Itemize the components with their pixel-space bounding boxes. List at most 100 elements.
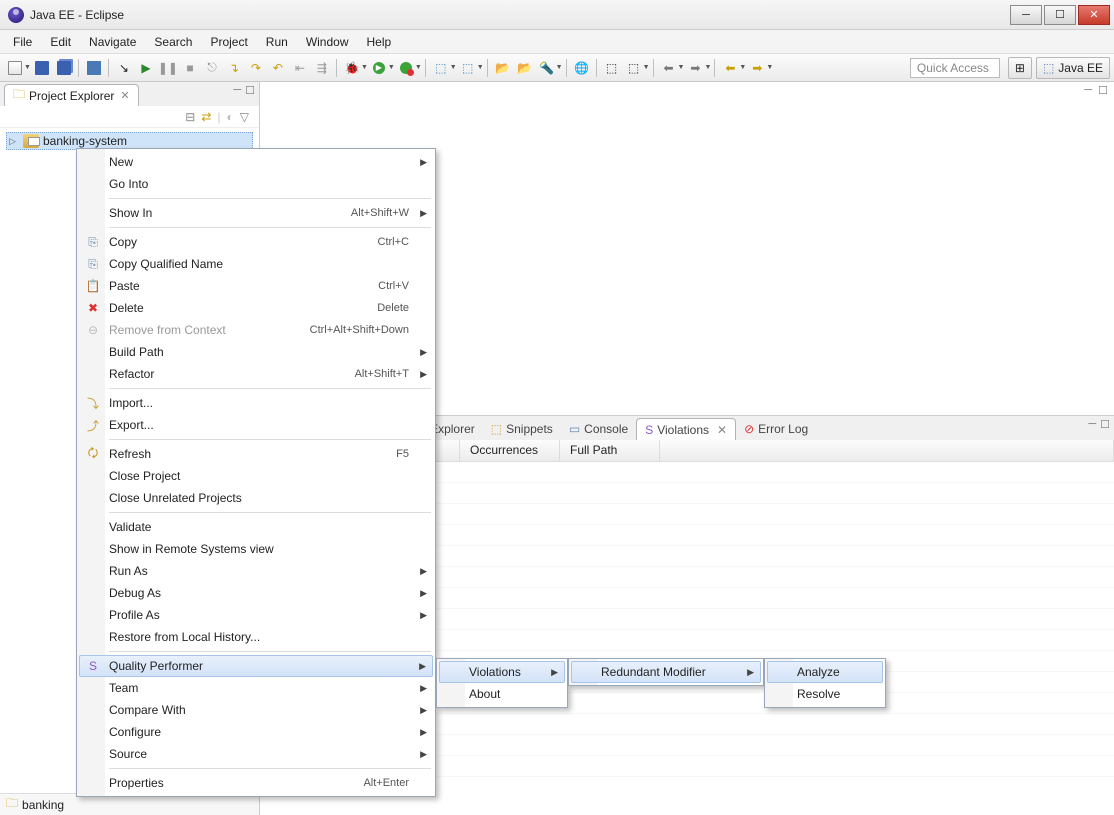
ctx-debug-as[interactable]: Debug As▶ [79, 582, 433, 604]
maximize-view-icon[interactable]: ☐ [245, 84, 255, 97]
copy-icon: ⎘ [83, 256, 103, 272]
ctx-profile-as[interactable]: Profile As▶ [79, 604, 433, 626]
ctx-copy[interactable]: ⎘CopyCtrl+C [79, 231, 433, 253]
ctx-close-project[interactable]: Close Project [79, 465, 433, 487]
menu-file[interactable]: File [4, 32, 41, 52]
run-button[interactable]: ▶ [368, 57, 390, 79]
menu-navigate[interactable]: Navigate [80, 32, 145, 52]
new-button[interactable] [4, 57, 26, 79]
step-filters-button[interactable]: ⇶ [311, 57, 333, 79]
run-last-button[interactable] [395, 57, 417, 79]
ctx-show-remote-systems[interactable]: Show in Remote Systems view [79, 538, 433, 560]
drop-frame-button[interactable]: ⇤ [289, 57, 311, 79]
ctx-go-into[interactable]: Go Into [79, 173, 433, 195]
ctx-properties[interactable]: PropertiesAlt+Enter [79, 772, 433, 794]
new-ws-button[interactable]: ⬚ [457, 57, 479, 79]
ctx-build-path[interactable]: Build Path▶ [79, 341, 433, 363]
ctx-quality-performer[interactable]: ЅQuality Performer▶ [79, 655, 433, 677]
violations-icon: Ѕ [645, 423, 653, 437]
ctx-restore-history[interactable]: Restore from Local History... [79, 626, 433, 648]
project-icon [23, 134, 39, 148]
console-icon: ▭ [569, 422, 580, 436]
quick-access-input[interactable]: Quick Access [910, 58, 1000, 78]
ctx-export[interactable]: ⤴Export... [79, 414, 433, 436]
jpa-button[interactable]: ⬚ [601, 57, 623, 79]
skip-breakpoints-button[interactable]: ↘ [113, 57, 135, 79]
open-type-button[interactable]: 📂 [492, 57, 514, 79]
close-tab-icon[interactable]: ✕ [717, 423, 727, 437]
previous-annotation-button[interactable]: ⬅ [658, 57, 680, 79]
minimize-editor-icon[interactable]: ─ [1084, 84, 1092, 97]
project-explorer-tab[interactable]: 🗀 Project Explorer ✕ [4, 84, 139, 106]
step-return-button[interactable]: ↶ [267, 57, 289, 79]
ctx-show-in[interactable]: Show InAlt+Shift+W▶ [79, 202, 433, 224]
ctx-configure[interactable]: Configure▶ [79, 721, 433, 743]
suspend-button[interactable]: ❚❚ [157, 57, 179, 79]
menu-search[interactable]: Search [145, 32, 201, 52]
ctx-redundant-modifier[interactable]: Redundant Modifier▶ [571, 661, 761, 683]
debug-button[interactable]: 🐞 [341, 57, 363, 79]
ctx-copy-qualified-name[interactable]: ⎘Copy Qualified Name [79, 253, 433, 275]
forward-button[interactable]: ➡ [746, 57, 768, 79]
menu-bar: File Edit Navigate Search Project Run Wi… [0, 30, 1114, 54]
web-browser-button[interactable]: 🌐 [571, 57, 593, 79]
step-into-button[interactable]: ↴ [223, 57, 245, 79]
ctx-source[interactable]: Source▶ [79, 743, 433, 765]
save-all-button[interactable] [53, 57, 75, 79]
resume-button[interactable]: ▶ [135, 57, 157, 79]
ctx-refresh[interactable]: 🗘RefreshF5 [79, 443, 433, 465]
next-annotation-button[interactable]: ➡ [684, 57, 706, 79]
ctx-run-as[interactable]: Run As▶ [79, 560, 433, 582]
close-tab-icon[interactable]: ✕ [120, 89, 129, 102]
menu-project[interactable]: Project [201, 32, 256, 52]
search-button[interactable]: 🔦 [536, 57, 558, 79]
tab-error-log[interactable]: ⊘Error Log [736, 418, 816, 440]
minimize-view-icon[interactable]: ─ [233, 84, 241, 97]
collapse-all-icon[interactable]: ⊟ [185, 110, 195, 124]
maximize-button[interactable]: ☐ [1044, 5, 1076, 25]
new-server-button[interactable]: ⬚ [430, 57, 452, 79]
col-fullpath[interactable]: Full Path [560, 440, 660, 461]
close-button[interactable]: ✕ [1078, 5, 1110, 25]
ctx-close-unrelated[interactable]: Close Unrelated Projects [79, 487, 433, 509]
minimize-view-icon[interactable]: ─ [1088, 418, 1096, 431]
view-menu-icon[interactable]: ▽ [240, 110, 249, 124]
ctx-delete[interactable]: ✖DeleteDelete [79, 297, 433, 319]
ctx-compare-with[interactable]: Compare With▶ [79, 699, 433, 721]
focus-task-icon[interactable]: ◐ [227, 110, 234, 124]
tab-console[interactable]: ▭Console [561, 418, 636, 440]
maximize-view-icon[interactable]: ☐ [1100, 418, 1110, 431]
ctx-about[interactable]: About [439, 683, 565, 705]
menu-run[interactable]: Run [257, 32, 297, 52]
ctx-resolve[interactable]: Resolve [767, 683, 883, 705]
perspective-javaee[interactable]: ⬚Java EE [1036, 57, 1110, 79]
ctx-analyze[interactable]: Analyze [767, 661, 883, 683]
expand-icon[interactable]: ▷ [9, 136, 19, 147]
back-button[interactable]: ⬅ [719, 57, 741, 79]
ctx-validate[interactable]: Validate [79, 516, 433, 538]
save-button[interactable] [31, 57, 53, 79]
open-perspective-button[interactable]: ⊞ [1008, 57, 1032, 79]
ctx-team[interactable]: Team▶ [79, 677, 433, 699]
ctx-paste[interactable]: 📋PasteCtrl+V [79, 275, 433, 297]
tab-snippets[interactable]: ⬚Snippets [483, 418, 561, 440]
remove-icon: ⊖ [83, 322, 103, 338]
tab-violations[interactable]: ЅViolations✕ [636, 418, 736, 440]
xml-button[interactable]: ⬚ [623, 57, 645, 79]
open-task-button[interactable]: 📂 [514, 57, 536, 79]
toggle-breadcrumb-button[interactable] [83, 57, 105, 79]
ctx-refactor[interactable]: RefactorAlt+Shift+T▶ [79, 363, 433, 385]
terminate-button[interactable]: ■ [179, 57, 201, 79]
menu-help[interactable]: Help [358, 32, 401, 52]
disconnect-button[interactable]: ⎋ [201, 57, 223, 79]
ctx-new[interactable]: New▶ [79, 151, 433, 173]
ctx-import[interactable]: ⤵Import... [79, 392, 433, 414]
minimize-button[interactable]: ─ [1010, 5, 1042, 25]
step-over-button[interactable]: ↷ [245, 57, 267, 79]
maximize-editor-icon[interactable]: ☐ [1098, 84, 1108, 97]
link-editor-icon[interactable]: ⇄ [201, 110, 211, 124]
menu-edit[interactable]: Edit [41, 32, 80, 52]
menu-window[interactable]: Window [297, 32, 358, 52]
col-occurrences[interactable]: Occurrences [460, 440, 560, 461]
ctx-violations[interactable]: Violations▶ [439, 661, 565, 683]
